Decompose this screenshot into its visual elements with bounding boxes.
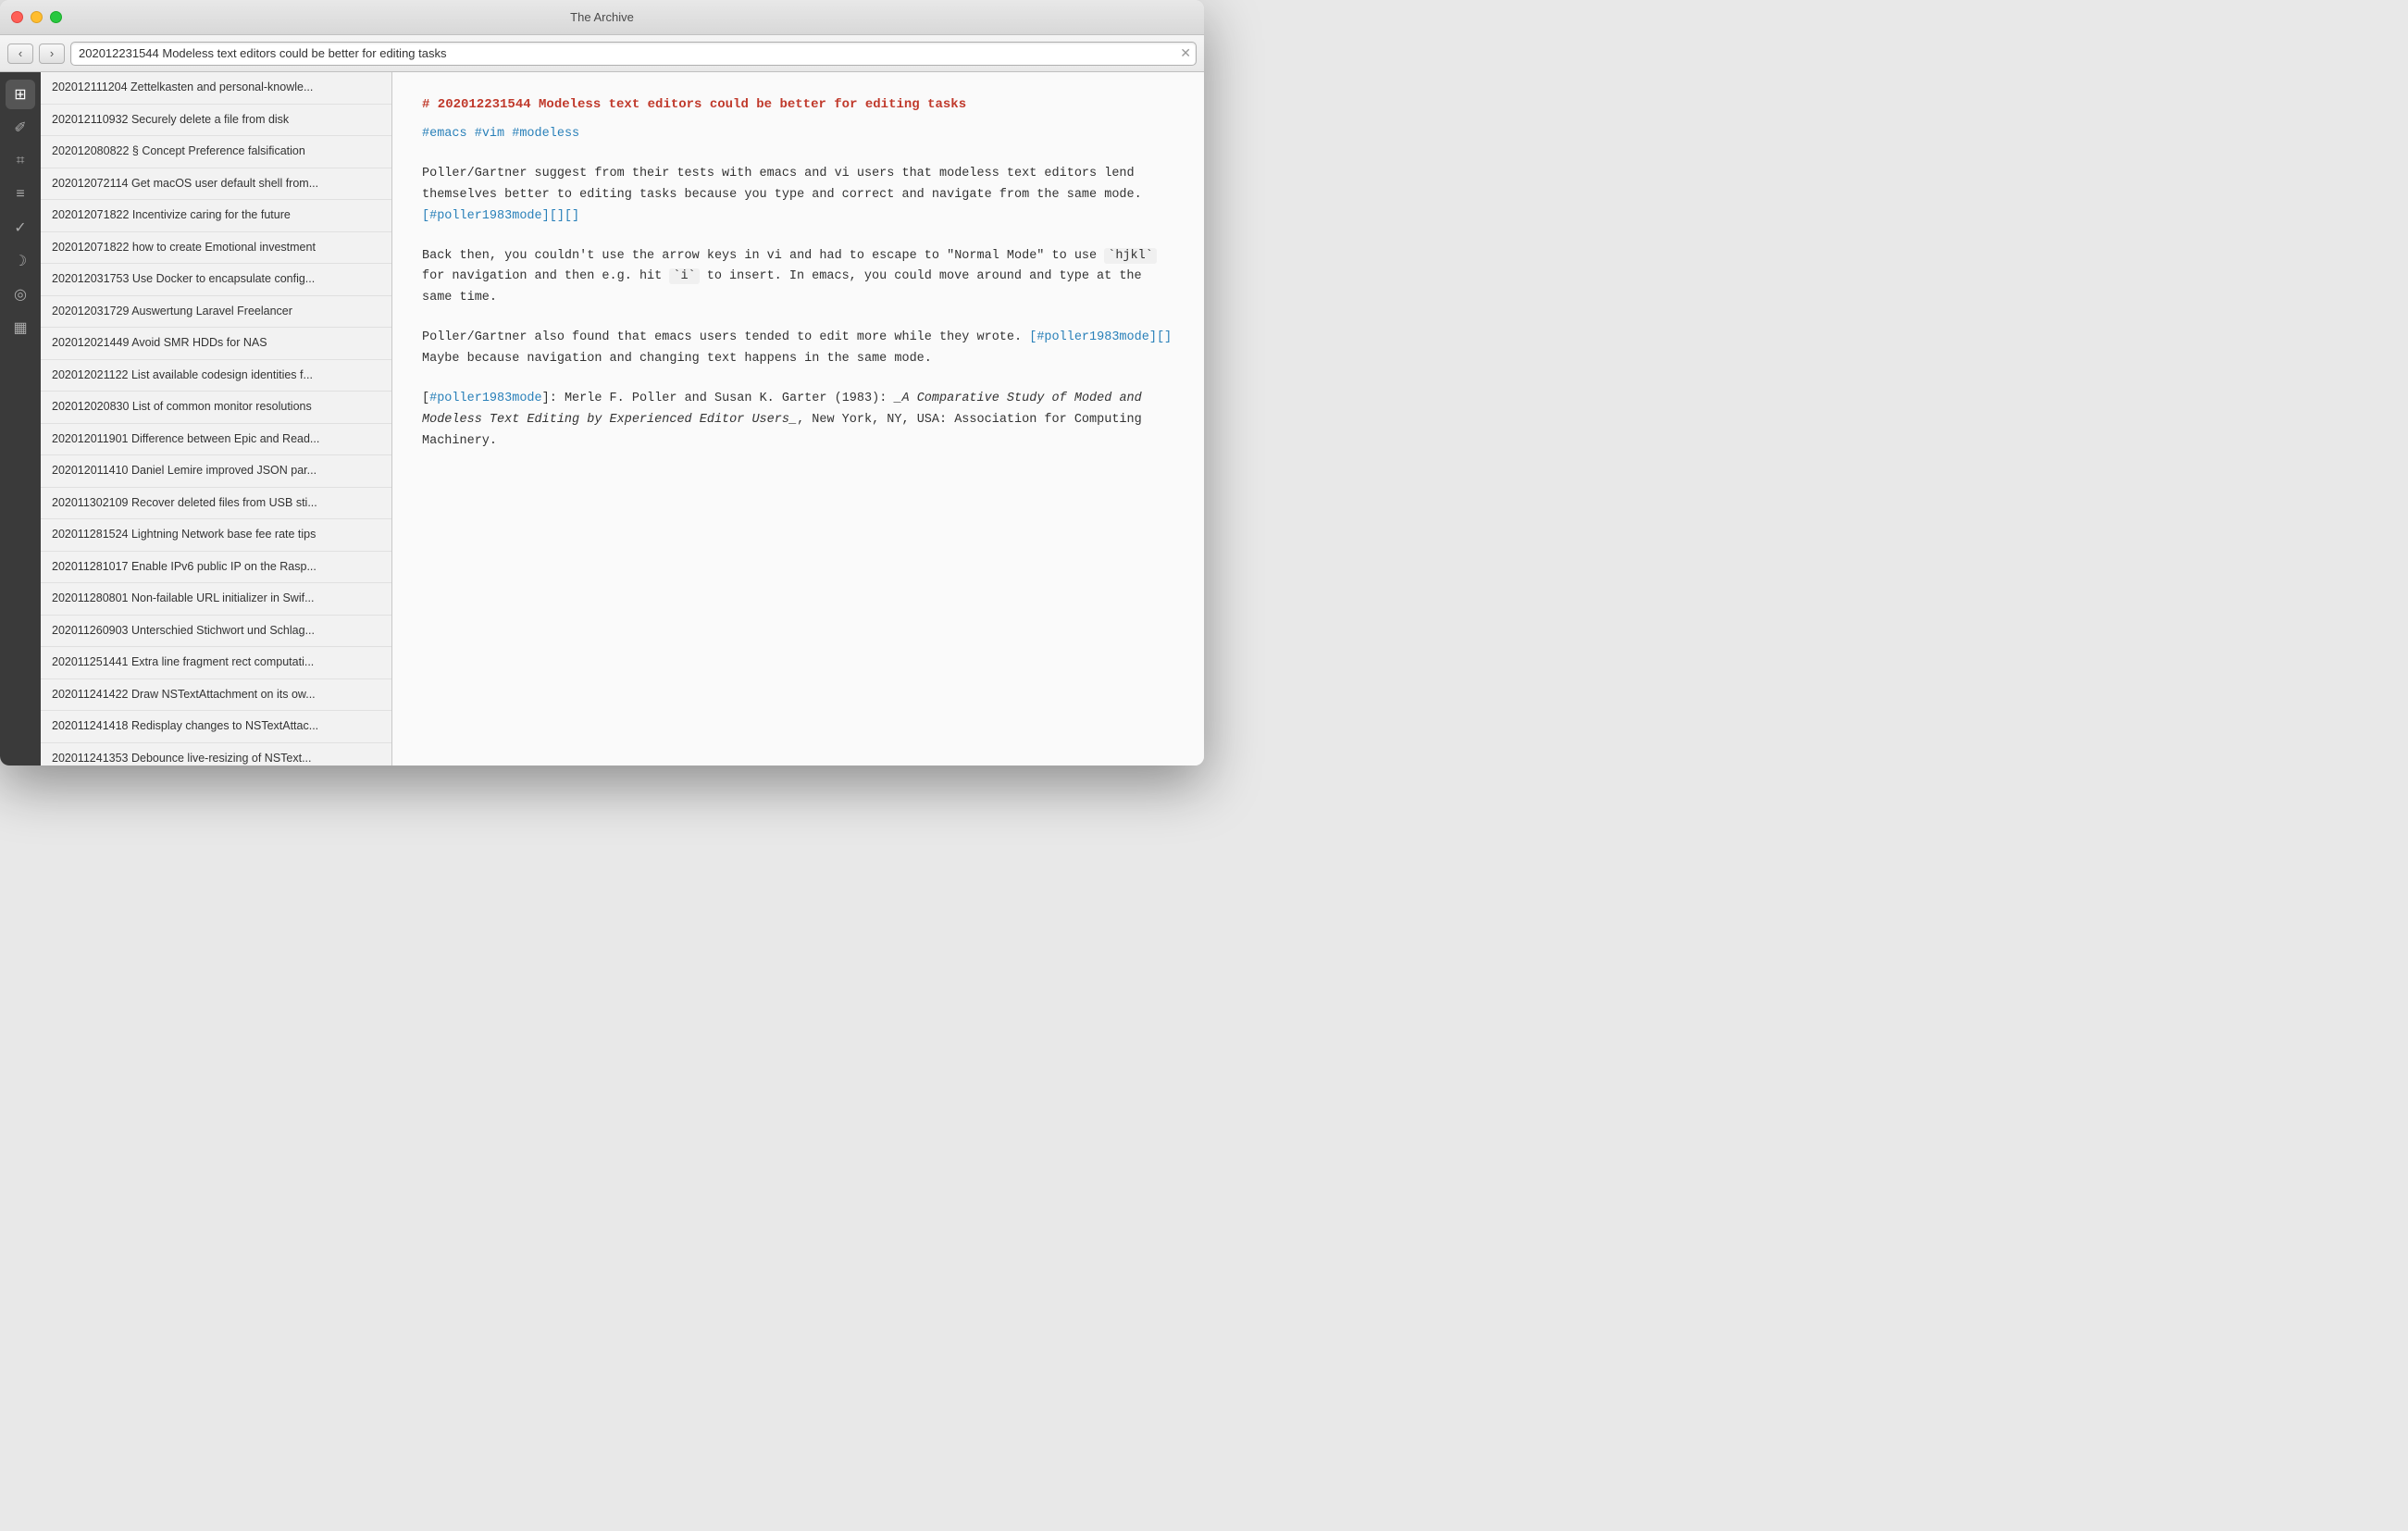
- sidebar-icon-camera[interactable]: ◎: [6, 280, 35, 309]
- search-input[interactable]: [70, 42, 1197, 66]
- editor-area[interactable]: # 202012231544 Modeless text editors cou…: [392, 72, 1204, 766]
- tag-vim[interactable]: #vim: [475, 127, 504, 141]
- file-list-item[interactable]: 202012021122 List available codesign ide…: [41, 360, 391, 392]
- minimize-button[interactable]: [31, 11, 43, 23]
- file-list-item[interactable]: 202011302109 Recover deleted files from …: [41, 488, 391, 520]
- window-title: The Archive: [570, 10, 634, 24]
- sidebar-icon-pen[interactable]: ✐: [6, 113, 35, 143]
- ref-link-1[interactable]: [#poller1983mode][][]: [422, 209, 579, 223]
- paragraph-1: Poller/Gartner suggest from their tests …: [422, 164, 1174, 228]
- file-list-item[interactable]: 202012031753 Use Docker to encapsulate c…: [41, 264, 391, 296]
- file-list-item[interactable]: 202012071822 Incentivize caring for the …: [41, 200, 391, 232]
- sidebar-icon-check[interactable]: ✓: [6, 213, 35, 243]
- paragraph-3: Poller/Gartner also found that emacs use…: [422, 328, 1174, 370]
- file-list-item[interactable]: 202011280801 Non-failable URL initialize…: [41, 583, 391, 616]
- file-list-item[interactable]: 202011241418 Redisplay changes to NSText…: [41, 711, 391, 743]
- file-list-item[interactable]: 202012111204 Zettelkasten and personal-k…: [41, 72, 391, 105]
- sidebar-icon-layers[interactable]: ≡: [6, 180, 35, 209]
- icon-sidebar: ⊞ ✐ ⌗ ≡ ✓ ☽ ◎ ▦: [0, 72, 41, 766]
- file-list-item[interactable]: 202011241353 Debounce live-resizing of N…: [41, 743, 391, 766]
- inline-code-hjkl: `hjkl`: [1104, 248, 1157, 264]
- main-content: ⊞ ✐ ⌗ ≡ ✓ ☽ ◎ ▦ 202012111204 Zettelkaste…: [0, 72, 1204, 766]
- forward-button[interactable]: ›: [39, 44, 65, 64]
- file-list-item[interactable]: 202011281017 Enable IPv6 public IP on th…: [41, 552, 391, 584]
- sidebar-icon-tag[interactable]: ⌗: [6, 146, 35, 176]
- file-list-item[interactable]: 202012011901 Difference between Epic and…: [41, 424, 391, 456]
- file-list-item[interactable]: 202011281524 Lightning Network base fee …: [41, 519, 391, 552]
- paragraph-4: [#poller1983mode]: Merle F. Poller and S…: [422, 389, 1174, 453]
- paragraph-2: Back then, you couldn't use the arrow ke…: [422, 246, 1174, 310]
- ref-link-2[interactable]: [#poller1983mode][]: [1029, 330, 1172, 344]
- doc-tags: #emacs #vim #modeless: [422, 124, 1174, 145]
- file-list: 202012111204 Zettelkasten and personal-k…: [41, 72, 392, 766]
- inline-code-i: `i`: [669, 268, 699, 284]
- toolbar: ‹ › ✕: [0, 35, 1204, 72]
- titlebar: The Archive: [0, 0, 1204, 35]
- file-list-item[interactable]: 202012071822 how to create Emotional inv…: [41, 232, 391, 265]
- tag-modeless[interactable]: #modeless: [512, 127, 579, 141]
- file-list-item[interactable]: 202012021449 Avoid SMR HDDs for NAS: [41, 328, 391, 360]
- file-list-item[interactable]: 202011241422 Draw NSTextAttachment on it…: [41, 679, 391, 712]
- sidebar-icon-calendar[interactable]: ▦: [6, 313, 35, 342]
- file-list-item[interactable]: 202012072114 Get macOS user default shel…: [41, 168, 391, 201]
- maximize-button[interactable]: [50, 11, 62, 23]
- app-window: The Archive ‹ › ✕ ⊞ ✐ ⌗ ≡ ✓ ☽ ◎ ▦ 202012…: [0, 0, 1204, 766]
- back-button[interactable]: ‹: [7, 44, 33, 64]
- sidebar-icon-grid[interactable]: ⊞: [6, 80, 35, 109]
- file-list-item[interactable]: 202012020830 List of common monitor reso…: [41, 392, 391, 424]
- file-list-item[interactable]: 202012031729 Auswertung Laravel Freelanc…: [41, 296, 391, 329]
- search-clear-button[interactable]: ✕: [1180, 45, 1191, 61]
- traffic-lights: [11, 11, 62, 23]
- doc-title: # 202012231544 Modeless text editors cou…: [422, 94, 1174, 117]
- file-list-item[interactable]: 202012011410 Daniel Lemire improved JSON…: [41, 455, 391, 488]
- file-list-item[interactable]: 202012080822 § Concept Preference falsif…: [41, 136, 391, 168]
- tag-emacs[interactable]: #emacs: [422, 127, 467, 141]
- file-list-item[interactable]: 202012110932 Securely delete a file from…: [41, 105, 391, 137]
- sidebar-icon-moon[interactable]: ☽: [6, 246, 35, 276]
- search-wrapper: ✕: [70, 42, 1197, 66]
- ref-link-3[interactable]: #poller1983mode: [429, 392, 542, 405]
- file-list-item[interactable]: 202011260903 Unterschied Stichwort und S…: [41, 616, 391, 648]
- close-button[interactable]: [11, 11, 23, 23]
- file-list-item[interactable]: 202011251441 Extra line fragment rect co…: [41, 647, 391, 679]
